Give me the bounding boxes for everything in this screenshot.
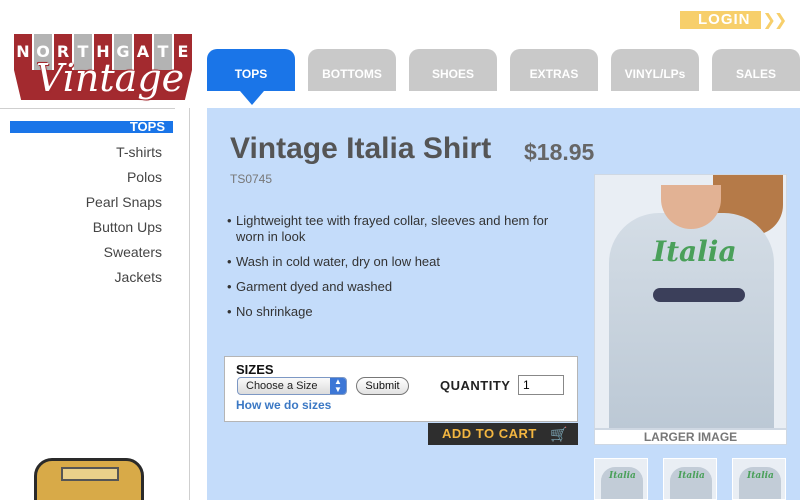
login-button[interactable]: LOGIN ❯❯: [680, 11, 788, 29]
sidebar-product-image[interactable]: [34, 458, 144, 500]
sidebar-item-polos[interactable]: Polos: [86, 168, 162, 193]
submit-button[interactable]: Submit: [356, 377, 409, 395]
tab-sales[interactable]: SALES: [712, 49, 800, 91]
tab-bottoms[interactable]: BOTTOMS: [308, 49, 396, 91]
sidebar-item-jackets[interactable]: Jackets: [86, 268, 162, 293]
sidebar-divider: [0, 108, 175, 109]
sidebar: TOPS T-shirts Polos Pearl Snaps Button U…: [0, 108, 190, 500]
feature-item: Garment dyed and washed: [227, 279, 577, 295]
shirt-bottle-graphic: [653, 288, 745, 302]
feature-item: Wash in cold water, dry on low heat: [227, 254, 577, 270]
cart-icon: 🛒: [550, 426, 568, 442]
sizes-box: SIZES Choose a Size ▲ ▼ Submit How we do …: [224, 356, 578, 422]
logo-letter: N: [14, 34, 32, 70]
product-panel: Vintage Italia Shirt $18.95 TS0745 Light…: [207, 108, 800, 500]
quantity-input[interactable]: [518, 375, 564, 395]
product-thumbnail[interactable]: Italia: [594, 458, 648, 500]
product-price: $18.95: [524, 139, 595, 165]
sidebar-heading: TOPS: [10, 120, 173, 133]
thumbnail-text: Italia: [609, 471, 636, 481]
size-help-link[interactable]: How we do sizes: [236, 398, 331, 412]
tab-tops[interactable]: TOPS: [207, 49, 295, 91]
site-logo[interactable]: N O R T H G A T E Vintage: [14, 34, 192, 106]
product-thumbnail[interactable]: Italia: [732, 458, 786, 500]
larger-image-button[interactable]: LARGER IMAGE: [594, 429, 787, 445]
active-tab-pointer: [240, 91, 264, 105]
quantity-label: QUANTITY: [440, 378, 511, 393]
login-label: LOGIN: [680, 11, 761, 29]
thumbnail-text: Italia: [747, 471, 774, 481]
sidebar-list: T-shirts Polos Pearl Snaps Button Ups Sw…: [86, 143, 162, 293]
thumbnail-text: Italia: [678, 471, 705, 481]
size-select[interactable]: Choose a Size ▲ ▼: [237, 377, 347, 395]
sidebar-item-sweaters[interactable]: Sweaters: [86, 243, 162, 268]
sidebar-item-button-ups[interactable]: Button Ups: [86, 218, 162, 243]
product-thumbnail[interactable]: Italia: [663, 458, 717, 500]
feature-item: Lightweight tee with frayed collar, slee…: [227, 213, 577, 245]
add-to-cart-button[interactable]: ADD TO CART 🛒: [428, 423, 578, 445]
sizes-label: SIZES: [236, 362, 274, 377]
tab-extras[interactable]: EXTRAS: [510, 49, 598, 91]
logo-script: Vintage: [36, 56, 185, 100]
sidebar-item-pearl-snaps[interactable]: Pearl Snaps: [86, 193, 162, 218]
product-image[interactable]: Italia: [594, 174, 787, 429]
tab-vinyl-lps[interactable]: VINYL/LPs: [611, 49, 699, 91]
sidebar-product-detail: [61, 467, 119, 481]
category-tabs: TOPS BOTTOMS SHOES EXTRAS VINYL/LPs SALE…: [207, 49, 800, 91]
product-features: Lightweight tee with frayed collar, slee…: [227, 213, 577, 329]
sidebar-item-t-shirts[interactable]: T-shirts: [86, 143, 162, 168]
tab-shoes[interactable]: SHOES: [409, 49, 497, 91]
product-title: Vintage Italia Shirt: [230, 132, 492, 165]
add-to-cart-label: ADD TO CART: [442, 426, 537, 441]
product-sku: TS0745: [230, 172, 273, 186]
up-down-arrows-icon: ▲ ▼: [330, 378, 346, 394]
feature-item: No shrinkage: [227, 304, 577, 320]
size-select-value: Choose a Size: [246, 380, 318, 392]
double-chevron-right-icon: ❯❯: [762, 12, 788, 29]
shirt-print-text: Italia: [653, 235, 737, 268]
